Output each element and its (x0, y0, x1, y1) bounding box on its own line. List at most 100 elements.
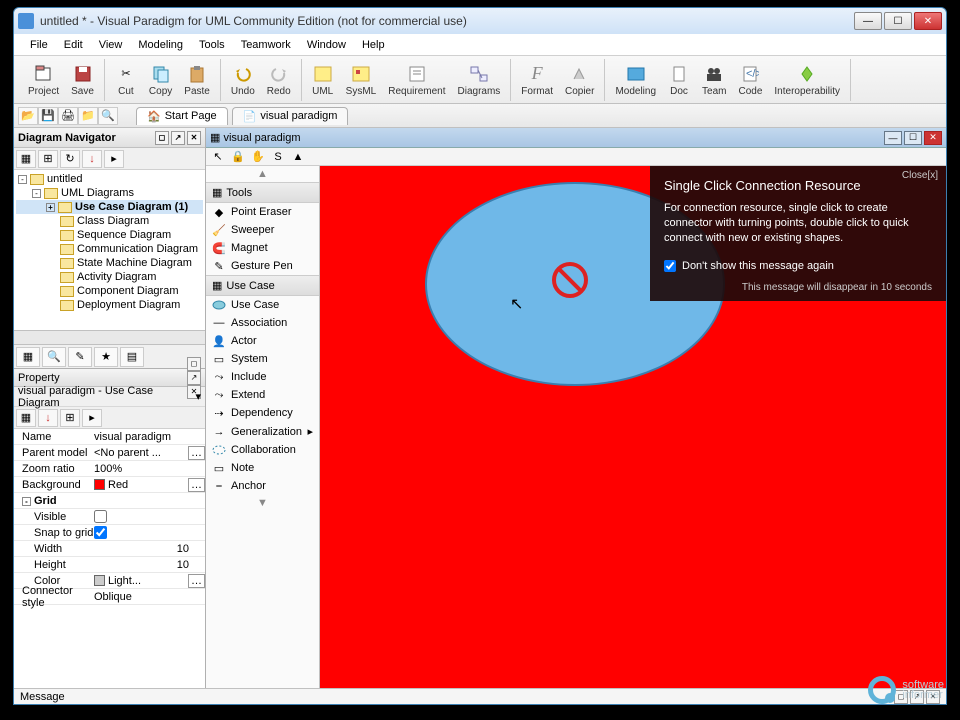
menu-modeling[interactable]: Modeling (130, 37, 191, 53)
prop-row-parent[interactable]: Parent model<No parent ...… (14, 445, 205, 461)
prop-row-zoom[interactable]: Zoom ratio100% (14, 461, 205, 477)
menu-window[interactable]: Window (299, 37, 354, 53)
palette-actor[interactable]: 👤Actor (206, 332, 319, 350)
palette-system[interactable]: ▭System (206, 350, 319, 368)
minimize-button[interactable]: — (854, 12, 882, 30)
canvas-close-icon[interactable]: ✕ (924, 131, 942, 145)
lock-icon[interactable]: 🔒 (230, 150, 246, 164)
palette-point-eraser[interactable]: ◆Point Eraser (206, 203, 319, 221)
diagrams-button[interactable]: Diagrams (452, 61, 507, 99)
copier-button[interactable]: Copier (559, 61, 600, 99)
tooltip-dont-show[interactable]: Don't show this message again (664, 260, 932, 272)
tool-s[interactable]: S (270, 150, 286, 164)
prop-row-connector[interactable]: Connector styleOblique (14, 589, 205, 605)
tree-item-state-machine[interactable]: State Machine Diagram (16, 256, 203, 270)
format-button[interactable]: FFormat (515, 61, 559, 99)
tree-item-component[interactable]: Component Diagram (16, 284, 203, 298)
panel-pin-icon[interactable]: ◻ (155, 131, 169, 145)
nav-sort-icon[interactable]: ↓ (82, 150, 102, 168)
canvas-maximize-icon[interactable]: ☐ (904, 131, 922, 145)
uml-button[interactable]: UML (306, 61, 340, 99)
dont-show-checkbox[interactable] (664, 260, 676, 272)
prop-dock-icon[interactable]: ↗ (187, 371, 201, 385)
nav-new-icon[interactable]: ▦ (16, 150, 36, 168)
modeling-button[interactable]: Modeling (609, 61, 662, 99)
project-button[interactable]: Project (22, 61, 65, 99)
maximize-button[interactable]: ☐ (884, 12, 912, 30)
menu-file[interactable]: File (22, 37, 56, 53)
nav-folder-icon[interactable]: 📁 (78, 107, 98, 125)
mid-edit-icon[interactable]: ✎ (68, 347, 92, 367)
nav-tree-icon[interactable]: ⊞ (38, 150, 58, 168)
palette-extend[interactable]: ⤳Extend (206, 386, 319, 404)
tree-item-sequence[interactable]: Sequence Diagram (16, 228, 203, 242)
mid-layers-icon[interactable]: ▤ (120, 347, 144, 367)
close-button[interactable]: ✕ (914, 12, 942, 30)
tree-root[interactable]: -untitled (16, 172, 203, 186)
pointer-icon[interactable]: ↖ (210, 150, 226, 164)
nav-refresh-icon[interactable]: ↻ (60, 150, 80, 168)
interoperability-button[interactable]: Interoperability (768, 61, 846, 99)
nav-print-icon[interactable]: 🖨 (58, 107, 78, 125)
cut-button[interactable]: ✂Cut (109, 61, 143, 99)
msg-dock-icon[interactable]: ↗ (910, 690, 924, 704)
visible-checkbox[interactable] (94, 510, 107, 523)
sysml-button[interactable]: SysML (340, 61, 383, 99)
mid-zoom-icon[interactable]: 🔍 (42, 347, 66, 367)
palette-generalization[interactable]: →Generalization▸ (206, 422, 319, 441)
prop-row-grid[interactable]: -Grid (14, 493, 205, 509)
prop-row-height[interactable]: Height10 (14, 557, 205, 573)
palette-include[interactable]: ⤳Include (206, 368, 319, 386)
palette-note[interactable]: ▭Note (206, 459, 319, 477)
tooltip-close-button[interactable]: Close[x] (902, 170, 938, 181)
pan-icon[interactable]: ✋ (250, 150, 266, 164)
palette-association[interactable]: —Association (206, 314, 319, 332)
palette-sweeper[interactable]: 🧹Sweeper (206, 221, 319, 239)
requirement-button[interactable]: Requirement (382, 61, 451, 99)
mid-overview-icon[interactable]: ▦ (16, 347, 40, 367)
tab-visual-paradigm[interactable]: 📄visual paradigm (232, 107, 349, 125)
palette-dependency[interactable]: ⇢Dependency (206, 404, 319, 422)
prop-row-width[interactable]: Width10 (14, 541, 205, 557)
prop-row-visible[interactable]: Visible (14, 509, 205, 525)
palette-use-case[interactable]: Use Case (206, 296, 319, 314)
nav-save-icon[interactable]: 💾 (38, 107, 58, 125)
code-button[interactable]: </>Code (732, 61, 768, 99)
tool-triangle-icon[interactable]: ▲ (290, 150, 306, 164)
palette-up-icon[interactable]: ▲ (206, 166, 319, 182)
tree-item-communication[interactable]: Communication Diagram (16, 242, 203, 256)
tree-item-activity[interactable]: Activity Diagram (16, 270, 203, 284)
property-selector[interactable]: visual paradigm - Use Case Diagram▾ (14, 387, 205, 407)
prop-pin-icon[interactable]: ◻ (187, 357, 201, 371)
undo-button[interactable]: Undo (225, 61, 261, 99)
prop-row-name[interactable]: Namevisual paradigm (14, 429, 205, 445)
tree-scrollbar[interactable] (14, 330, 205, 344)
menu-edit[interactable]: Edit (56, 37, 91, 53)
save-button[interactable]: Save (65, 61, 100, 99)
team-button[interactable]: Team (696, 61, 732, 99)
snap-checkbox[interactable] (94, 526, 107, 539)
palette-collaboration[interactable]: Collaboration (206, 441, 319, 459)
tree-item-class[interactable]: Class Diagram (16, 214, 203, 228)
nav-expand-icon[interactable]: ▸ (104, 150, 124, 168)
panel-close-icon[interactable]: ✕ (187, 131, 201, 145)
msg-close-icon[interactable]: ✕ (926, 690, 940, 704)
prop-tree-icon[interactable]: ⊞ (60, 409, 80, 427)
palette-tools-header[interactable]: ▦Tools (206, 182, 319, 203)
menu-tools[interactable]: Tools (191, 37, 233, 53)
palette-magnet[interactable]: 🧲Magnet (206, 239, 319, 257)
palette-usecase-header[interactable]: ▦Use Case (206, 275, 319, 296)
mid-star-icon[interactable]: ★ (94, 347, 118, 367)
panel-dock-icon[interactable]: ↗ (171, 131, 185, 145)
palette-down-icon[interactable]: ▼ (206, 495, 319, 511)
prop-row-snap[interactable]: Snap to grid (14, 525, 205, 541)
tree-group-uml[interactable]: -UML Diagrams (16, 186, 203, 200)
tree-item-deployment[interactable]: Deployment Diagram (16, 298, 203, 312)
doc-button[interactable]: Doc (662, 61, 696, 99)
copy-button[interactable]: Copy (143, 61, 178, 99)
prop-expand-icon[interactable]: ▸ (82, 409, 102, 427)
nav-open-icon[interactable]: 📂 (18, 107, 38, 125)
diagram-canvas[interactable]: ↖ Close[x] Single Click Connection Resou… (320, 166, 946, 688)
menu-teamwork[interactable]: Teamwork (233, 37, 299, 53)
prop-sort-icon[interactable]: ↓ (38, 409, 58, 427)
